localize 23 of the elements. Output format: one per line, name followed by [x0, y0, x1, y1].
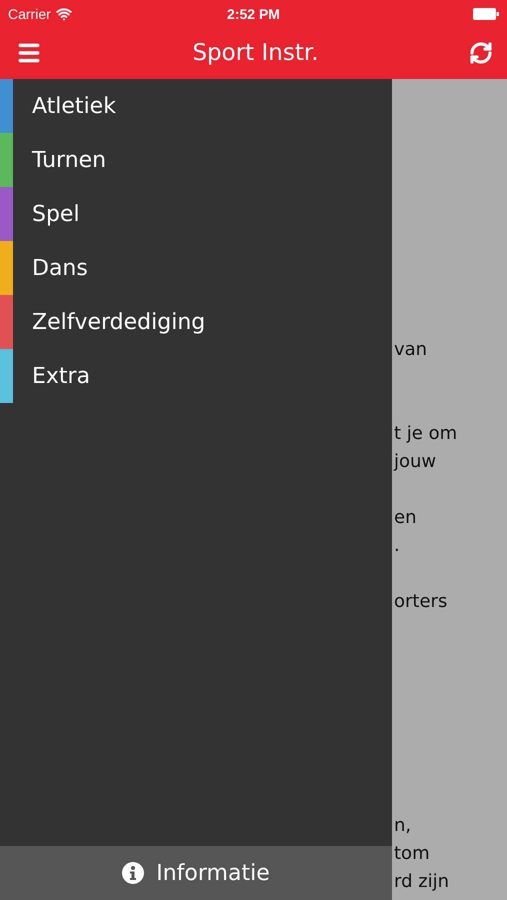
menu-item[interactable]: Zelfverdediging: [32, 310, 206, 334]
text-line: n,: [394, 814, 412, 838]
refresh-button[interactable]: [468, 41, 493, 65]
text-line: jouw: [394, 450, 438, 474]
text-line: en: [394, 506, 418, 530]
screen-title: Sport Instr.: [192, 40, 319, 66]
carrier-label: Carrier: [8, 6, 51, 22]
battery-icon: [473, 8, 499, 20]
wifi-icon: [56, 6, 72, 22]
menu-item[interactable]: Atletiek: [32, 94, 116, 118]
text-line: .: [394, 534, 401, 558]
menu-item[interactable]: Dans: [32, 256, 88, 280]
menu-item[interactable]: Extra: [32, 364, 90, 388]
info-icon: [122, 862, 144, 884]
text-line: van: [394, 338, 428, 362]
status-time: 2:52 PM: [226, 6, 281, 22]
text-line: tom: [394, 842, 431, 866]
menu-item[interactable]: Turnen: [32, 148, 106, 172]
text-line: t je om: [394, 422, 458, 446]
text-line: orters: [394, 590, 448, 614]
menu-item[interactable]: Spel: [32, 202, 80, 226]
text-line: rd zijn: [394, 870, 450, 894]
info-button[interactable]: Informatie: [0, 846, 392, 900]
